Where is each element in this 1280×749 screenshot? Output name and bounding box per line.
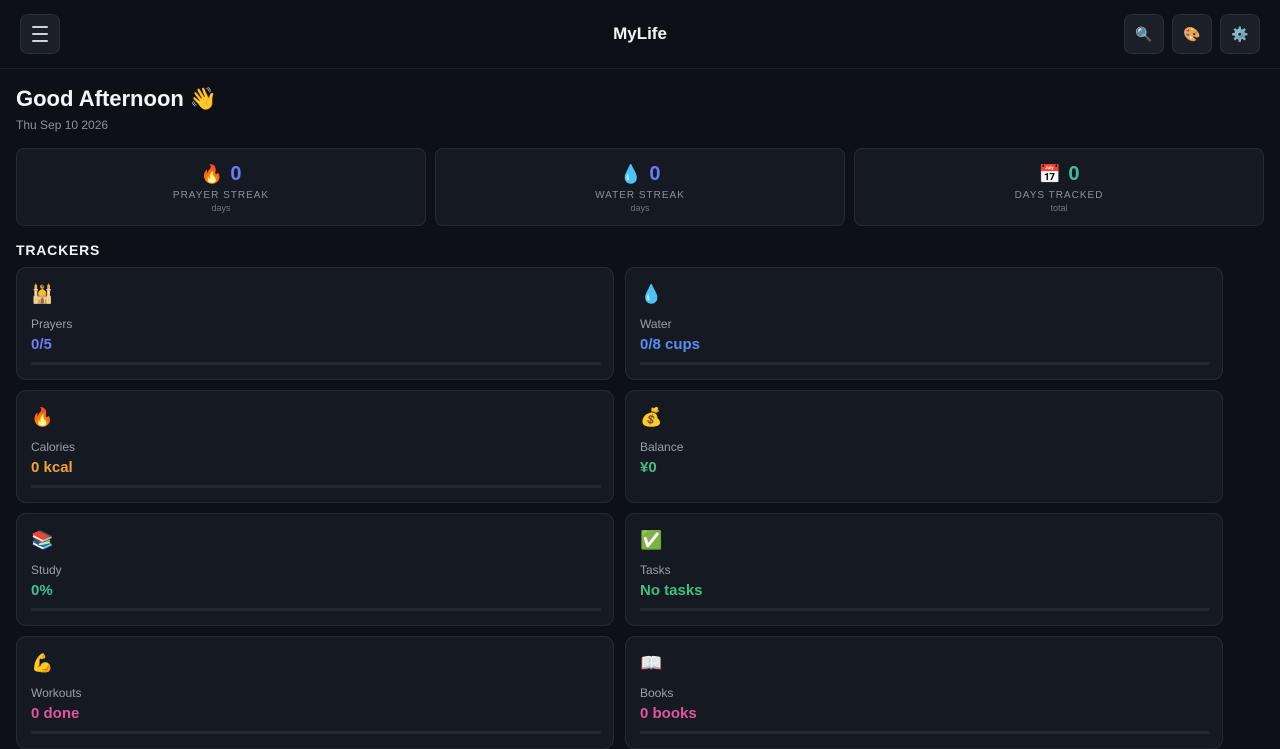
checkmark-icon: ✅ [640,530,663,550]
tracker-label: Workouts [31,686,82,700]
tracker-value: 0% [31,582,53,599]
greeting-heading: Good Afternoon 👋 [16,86,218,111]
tracker-progress-bar [31,362,601,365]
settings-button[interactable]: ⚙️ [1220,14,1260,54]
stat-value-row: 📅 0 [855,163,1263,186]
tracker-value: 0 books [640,705,697,722]
tracker-progress-bar [31,485,601,488]
tracker-progress-bar [640,608,1210,611]
tracker-label: Books [640,686,674,700]
stat-unit: days [630,203,650,213]
palette-icon: 🎨 [1183,25,1201,42]
droplet-icon: 💧 [619,164,642,184]
search-icon: 🔍 [1135,25,1153,42]
tracker-progress-bar [31,608,601,611]
stat-value: 0 [1068,163,1080,185]
open-book-icon: 📖 [640,653,663,673]
mosque-icon: 🕌 [31,284,54,304]
stat-label: WATER STREAK [595,190,685,201]
trackers-heading: TRACKERS [16,242,101,258]
stat-value: 0 [649,163,661,185]
top-bar: MyLife 🔍 🎨 ⚙️ [0,0,1280,69]
stat-label: PRAYER STREAK [172,190,270,201]
stat-value: 0 [230,163,242,185]
tracker-value: No tasks [640,582,703,599]
theme-button[interactable]: 🎨 [1172,14,1212,54]
fire-icon: 🔥 [31,407,54,427]
tracker-label: Water [640,317,672,331]
stat-value-row: 🔥 0 [17,163,425,186]
tracker-label: Calories [31,440,76,454]
tracker-label: Balance [640,440,684,454]
tracker-label: Prayers [31,317,73,331]
droplet-icon: 💧 [640,284,663,304]
tracker-progress-bar [640,731,1210,734]
tracker-value: 0 kcal [31,459,73,476]
tracker-value: ¥0 [640,459,657,476]
stat-water-streak: 💧 0 WATER STREAK days [435,148,845,226]
tracker-card-books[interactable]: 📖 Books 0 books [625,636,1223,749]
fire-icon: 🔥 [200,164,223,184]
gear-icon: ⚙️ [1231,25,1249,42]
tracker-card-balance[interactable]: 💰 Balance ¥0 [625,390,1223,503]
tracker-card-water[interactable]: 💧 Water 0/8 cups [625,267,1223,380]
flexed-arm-icon: 💪 [31,653,54,673]
stat-unit: total [1050,203,1068,213]
stat-unit: days [211,203,231,213]
tracker-card-tasks[interactable]: ✅ Tasks No tasks [625,513,1223,626]
tracker-progress-bar [31,731,601,734]
tracker-card-calories[interactable]: 🔥 Calories 0 kcal [16,390,614,503]
tracker-label: Study [31,563,62,577]
stat-days-tracked: 📅 0 DAYS TRACKED total [854,148,1264,226]
tracker-value: 0/8 cups [640,336,701,353]
calendar-icon: 📅 [1038,164,1061,184]
tracker-value: 0/5 [31,336,52,353]
app-title: MyLife [613,24,667,43]
tracker-card-workouts[interactable]: 💪 Workouts 0 done [16,636,614,749]
tracker-progress-bar [640,362,1210,365]
current-date: Thu Sep 10 2026 [16,118,109,132]
stat-value-row: 💧 0 [436,163,844,186]
tracker-label: Tasks [640,563,671,577]
stat-label: DAYS TRACKED [1014,190,1104,201]
tracker-card-prayers[interactable]: 🕌 Prayers 0/5 [16,267,614,380]
search-button[interactable]: 🔍 [1124,14,1164,54]
tracker-card-study[interactable]: 📚 Study 0% [16,513,614,626]
tracker-value: 0 done [31,705,80,722]
books-icon: 📚 [31,530,54,550]
stat-prayer-streak: 🔥 0 PRAYER STREAK days [16,148,426,226]
money-bag-icon: 💰 [640,407,663,427]
